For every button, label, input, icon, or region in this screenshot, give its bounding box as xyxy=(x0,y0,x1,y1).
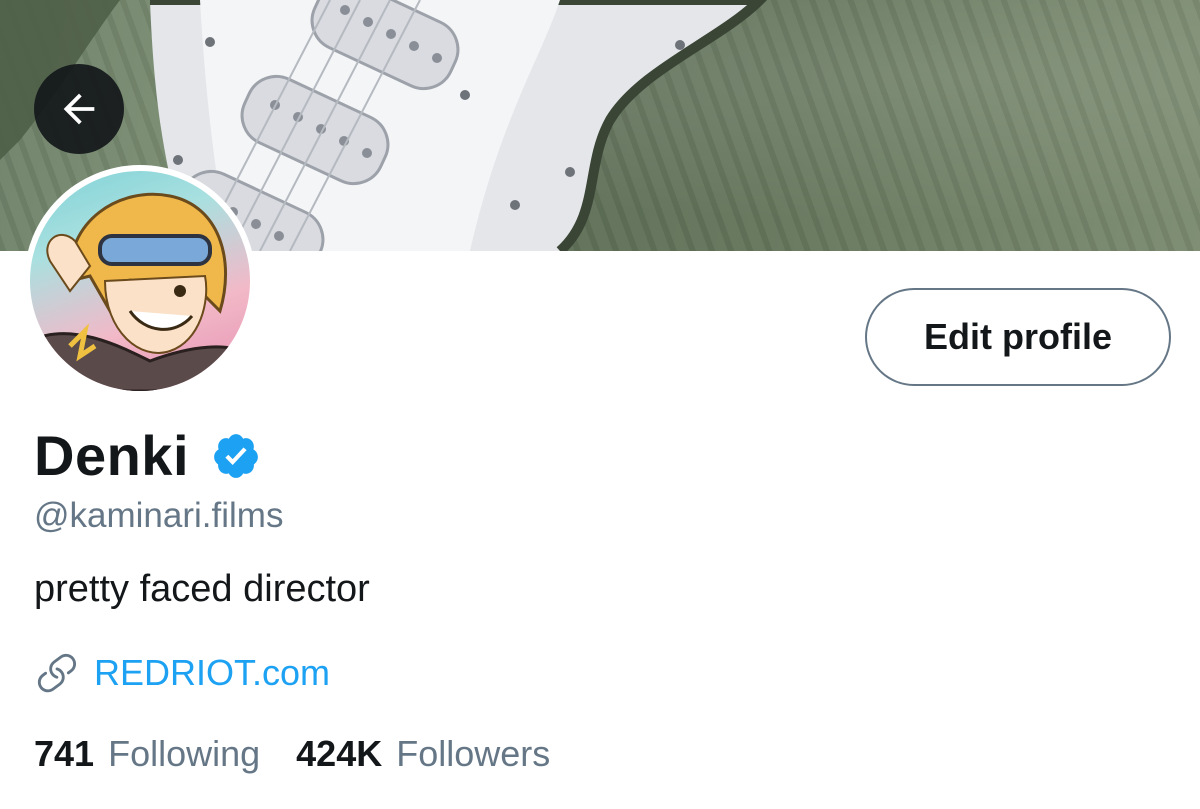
verified-badge-icon xyxy=(214,434,258,478)
followers-label: Followers xyxy=(396,733,551,774)
profile-bio: pretty faced director xyxy=(34,568,370,610)
followers-count: 424K xyxy=(296,733,383,774)
profile-handle: @kaminari.films xyxy=(34,496,284,535)
display-name: Denki xyxy=(34,424,189,487)
arrow-left-icon xyxy=(63,93,95,125)
following-label: Following xyxy=(108,733,261,774)
profile-name-row: Denki xyxy=(34,424,261,488)
website-link[interactable]: REDRIOT.com xyxy=(94,650,330,696)
following-stat[interactable]: 741 Following xyxy=(34,731,260,777)
avatar-image xyxy=(30,171,250,391)
profile-website-row[interactable]: REDRIOT.com xyxy=(34,650,330,696)
avatar-illustration xyxy=(30,192,250,391)
following-count: 741 xyxy=(34,733,95,774)
edit-profile-button[interactable]: Edit profile xyxy=(865,288,1171,386)
followers-stat[interactable]: 424K Followers xyxy=(296,731,550,777)
profile-avatar[interactable] xyxy=(24,165,256,397)
link-icon xyxy=(37,653,77,693)
profile-stats: 741 Following 424K Followers xyxy=(34,731,586,777)
back-button[interactable] xyxy=(34,64,124,154)
